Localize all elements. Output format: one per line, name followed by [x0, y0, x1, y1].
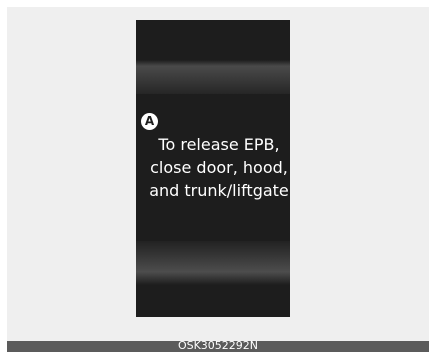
- message-line: To release EPB,: [158, 135, 280, 154]
- message-line: and trunk/liftgate: [149, 181, 289, 200]
- epb-warning-message: To release EPB, close door, hood, and tr…: [139, 133, 299, 202]
- display-bottom-band: [136, 241, 290, 285]
- message-line: close door, hood,: [150, 158, 288, 177]
- image-code-caption: OSK3052292N: [177, 339, 259, 352]
- display-top-band: [136, 60, 290, 94]
- callout-marker: A: [141, 113, 158, 130]
